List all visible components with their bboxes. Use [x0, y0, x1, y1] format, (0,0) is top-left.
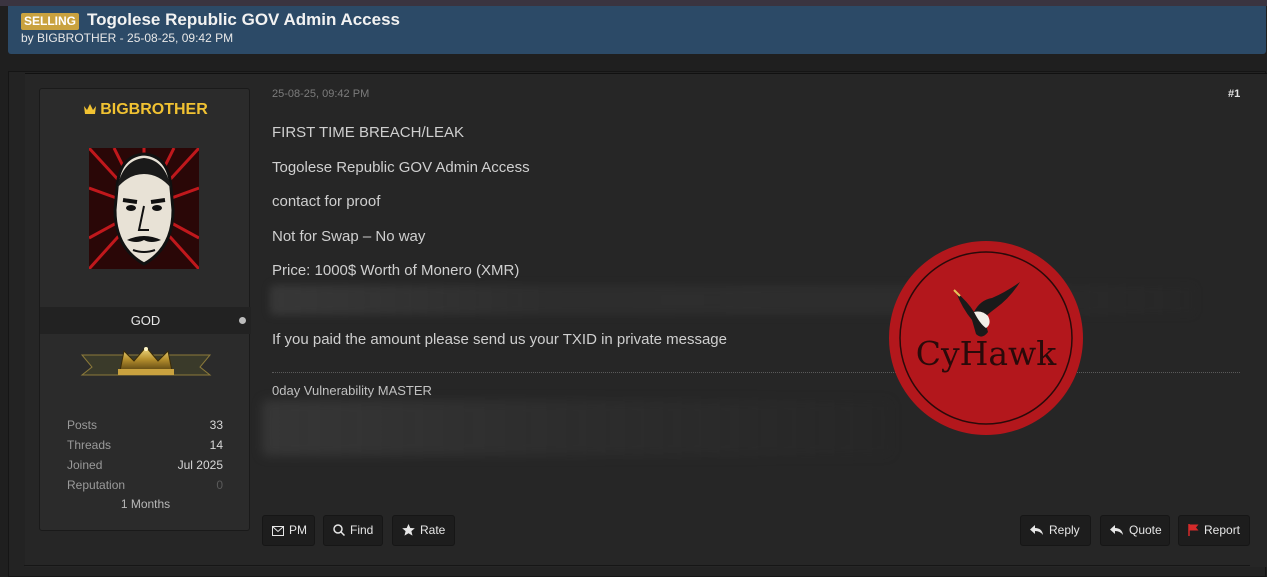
user-panel: BIGBROTHER GOD Posts 33 Threads 14 Joine…	[39, 88, 251, 531]
envelope-icon	[272, 526, 284, 536]
user-rank-bar: GOD	[40, 307, 251, 334]
stat-label: Joined	[67, 458, 103, 472]
rate-button[interactable]: Rate	[392, 515, 455, 546]
thread-prefix-badge: SELLING	[21, 13, 80, 30]
find-button[interactable]: Find	[323, 515, 383, 546]
reply-button[interactable]: Reply	[1020, 515, 1091, 546]
user-rank: GOD	[130, 313, 161, 328]
post-number-link[interactable]: #1	[1228, 88, 1240, 100]
crown-icon	[84, 104, 97, 114]
thread-title[interactable]: Togolese Republic GOV Admin Access	[87, 10, 400, 30]
report-button[interactable]: Report	[1178, 515, 1250, 546]
stat-value[interactable]: 0	[216, 478, 223, 492]
user-stats: Posts 33 Threads 14 Joined Jul 2025 Repu…	[67, 416, 223, 496]
post-bottom-divider	[24, 565, 1250, 566]
cyhawk-watermark-logo: CyHawk	[888, 240, 1084, 436]
post-text-line: Price: 1000$ Worth of Monero (XMR)	[272, 262, 520, 279]
find-button-label: Find	[350, 523, 374, 537]
stat-value: 14	[209, 438, 223, 452]
post-date: 25-08-25, 09:42 PM	[272, 88, 370, 100]
post-text-line: FIRST TIME BREACH/LEAK	[272, 124, 464, 141]
pm-button-label: PM	[289, 523, 307, 537]
reply-icon	[1030, 525, 1043, 535]
report-button-label: Report	[1204, 523, 1241, 537]
username[interactable]: BIGBROTHER	[100, 101, 208, 118]
quote-button-label: Quote	[1129, 523, 1162, 537]
search-icon	[333, 524, 346, 537]
rank-crown-image	[80, 345, 212, 383]
avatar-image	[89, 148, 199, 269]
signature-text: 0day Vulnerability MASTER	[272, 383, 432, 398]
stat-label: Posts	[67, 418, 98, 432]
pm-button[interactable]: PM	[262, 515, 315, 546]
post-text-line: If you paid the amount please send us yo…	[272, 331, 727, 348]
thread-byline: by BIGBROTHER - 25-08-25, 09:42 PM	[21, 31, 234, 45]
signature-divider	[272, 372, 1240, 373]
watermark-text: CyHawk	[916, 334, 1058, 373]
username-row[interactable]: BIGBROTHER	[40, 101, 251, 119]
post-text-line: Not for Swap – No way	[272, 228, 426, 245]
user-avatar[interactable]	[89, 148, 199, 269]
stat-posts: Posts 33	[67, 416, 223, 436]
rate-button-label: Rate	[420, 523, 446, 537]
stat-reputation: Reputation 0	[67, 476, 223, 496]
redacted-signature-content	[262, 400, 892, 456]
star-icon	[402, 524, 415, 536]
quote-reply-icon	[1110, 525, 1123, 535]
membership-duration: 1 Months	[120, 497, 171, 511]
stat-joined: Joined Jul 2025	[67, 456, 223, 476]
stat-value: 33	[209, 418, 223, 432]
quote-button[interactable]: Quote	[1100, 515, 1170, 546]
stat-label: Reputation	[67, 478, 126, 492]
post-text-line: contact for proof	[272, 193, 381, 210]
flag-icon	[1188, 524, 1199, 536]
post-text-line: Togolese Republic GOV Admin Access	[272, 159, 530, 176]
online-status-dot	[239, 317, 246, 324]
reply-button-label: Reply	[1049, 523, 1080, 537]
thread-header: SELLING Togolese Republic GOV Admin Acce…	[8, 6, 1266, 54]
stat-value: Jul 2025	[177, 458, 223, 472]
stat-threads: Threads 14	[67, 436, 223, 456]
stat-label: Threads	[67, 438, 112, 452]
